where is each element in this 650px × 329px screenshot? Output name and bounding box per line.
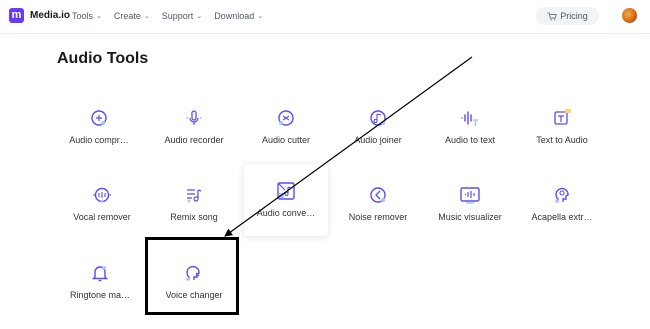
tool-music-visualizer[interactable]: Music visualizer bbox=[423, 185, 517, 229]
chevron-down-icon: ⌄ bbox=[257, 13, 264, 20]
audio-compressor-icon bbox=[91, 110, 107, 126]
tool-audio-joiner[interactable]: Audio joiner bbox=[331, 108, 425, 152]
tool-vocal-remover[interactable]: Vocal remover bbox=[55, 185, 149, 229]
brand-logo[interactable]: m Media.io bbox=[9, 8, 70, 23]
pricing-button[interactable]: Pricing bbox=[536, 7, 599, 25]
audio-converter-icon bbox=[277, 182, 295, 200]
tool-remix-song[interactable]: Remix song bbox=[147, 185, 241, 229]
main-nav: Tools ⌄ Create ⌄ Support ⌄ Download ⌄ bbox=[72, 11, 275, 21]
nav-download[interactable]: Download ⌄ bbox=[214, 11, 263, 21]
ringtone-maker-icon bbox=[91, 266, 109, 282]
acapella-extractor-icon bbox=[555, 187, 569, 203]
tool-audio-compressor[interactable]: Audio compr… bbox=[52, 108, 146, 152]
audio-cutter-icon bbox=[278, 110, 294, 126]
chevron-down-icon: ⌄ bbox=[96, 13, 102, 20]
tool-audio-recorder[interactable]: Audio recorder bbox=[147, 108, 241, 152]
music-visualizer-icon bbox=[460, 187, 480, 204]
audio-joiner-icon bbox=[370, 110, 386, 126]
brand-name: Media.io bbox=[30, 10, 71, 21]
nav-support[interactable]: Support ⌄ bbox=[162, 11, 202, 21]
tool-text-to-audio[interactable]: Text to Audio bbox=[515, 108, 609, 152]
audio-to-text-icon bbox=[461, 111, 478, 126]
tool-acapella-extractor[interactable]: Acapella extr… bbox=[515, 185, 609, 229]
chevron-down-icon: ⌄ bbox=[143, 13, 150, 20]
chevron-down-icon: ⌄ bbox=[196, 13, 203, 20]
tool-audio-to-text[interactable]: Audio to text bbox=[423, 108, 517, 152]
tool-audio-converter[interactable]: Audio conve… bbox=[239, 181, 333, 225]
top-navbar: m Media.io Tools ⌄ Create ⌄ Support ⌄ Downl… bbox=[0, 0, 650, 34]
user-avatar[interactable] bbox=[622, 8, 637, 23]
tool-ringtone-maker[interactable]: Ringtone ma… bbox=[53, 263, 147, 307]
nav-create[interactable]: Create ⌄ bbox=[114, 11, 150, 21]
page-title: Audio Tools bbox=[57, 50, 149, 67]
text-to-audio-icon bbox=[554, 109, 571, 125]
audio-recorder-icon bbox=[186, 110, 202, 125]
tool-noise-remover[interactable]: Noise remover bbox=[331, 185, 425, 229]
nav-tools[interactable]: Tools ⌄ bbox=[72, 11, 102, 21]
cart-icon bbox=[547, 12, 558, 20]
vocal-remover-icon bbox=[93, 187, 111, 203]
media-io-logo-icon: m bbox=[9, 8, 24, 23]
tool-audio-cutter[interactable]: Audio cutter bbox=[239, 108, 333, 152]
remix-song-icon bbox=[187, 189, 202, 203]
highlight-box bbox=[145, 237, 239, 315]
noise-remover-icon bbox=[370, 187, 386, 203]
